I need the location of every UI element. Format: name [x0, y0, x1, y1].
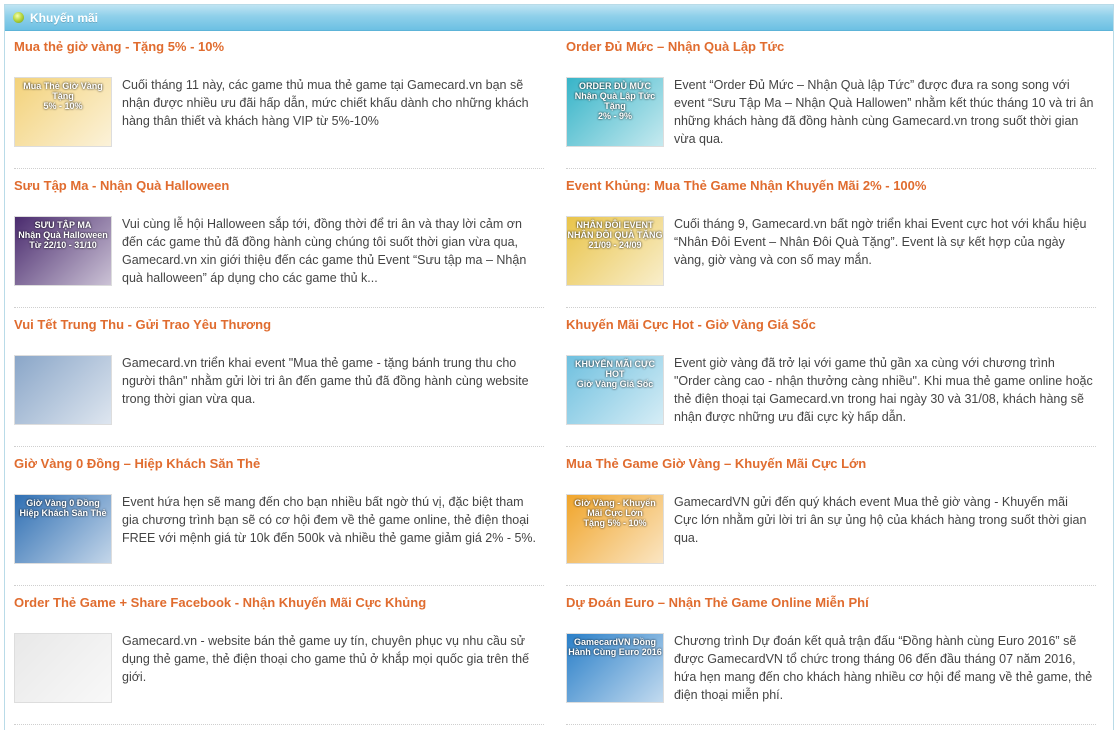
promo-thumbnail[interactable]: GamecardVN Đồng Hành Cùng Euro 2016 — [566, 633, 664, 703]
promo-item: Mua thẻ giờ vàng - Tặng 5% - 10% Mua Thẻ … — [14, 30, 544, 169]
promo-thumbnail-caption: Mua Thẻ Giờ Vàng Tặng 5% - 10% — [23, 81, 103, 111]
promo-thumbnail-caption: SƯU TẬP MA Nhận Quà Halloween Từ 22/10 -… — [18, 220, 108, 250]
promo-title-link[interactable]: Sưu Tập Ma - Nhận Quà Halloween — [14, 178, 229, 193]
promo-title-link[interactable]: Giờ Vàng 0 Đồng – Hiệp Khách Săn Thẻ — [14, 456, 260, 471]
promo-item: Order Thẻ Game + Share Facebook - Nhận K… — [14, 586, 544, 725]
promo-description: Gamecard.vn - website bán thẻ game uy tí… — [122, 634, 530, 684]
promo-thumbnail[interactable]: NHÂN ĐÔI EVENT NHÂN ĐÔI QUÀ TẶNG 21/09 -… — [566, 216, 664, 286]
promo-title-link[interactable]: Mua thẻ giờ vàng - Tặng 5% - 10% — [14, 39, 224, 54]
promo-item: Sưu Tập Ma - Nhận Quà Halloween SƯU TẬP M… — [14, 169, 544, 308]
promo-thumbnail[interactable]: ORDER ĐỦ MỨC Nhận Quà Lập Tức Tặng 2% - … — [566, 77, 664, 147]
promo-item: Khuyến Mãi Cực Hot - Giờ Vàng Giá Sốc KHU… — [566, 308, 1096, 447]
promo-description: Event “Order Đủ Mức – Nhận Quà lập Tức” … — [674, 78, 1094, 146]
promo-item: Mua Thẻ Game Giờ Vàng – Khuyến Mãi Cực L… — [566, 447, 1096, 586]
promo-thumbnail[interactable]: SƯU TẬP MA Nhận Quà Halloween Từ 22/10 -… — [14, 216, 112, 286]
promo-item: Giờ Vàng 0 Đồng – Hiệp Khách Săn Thẻ Giờ … — [14, 447, 544, 586]
promo-title-link[interactable]: Vui Tết Trung Thu - Gửi Trao Yêu Thương — [14, 317, 271, 332]
bullet-icon — [13, 12, 24, 23]
promo-thumbnail[interactable] — [14, 355, 112, 425]
promo-item: Order Đủ Mức – Nhận Quà Lập Tức ORDER ĐỦ … — [566, 30, 1096, 169]
promo-thumbnail[interactable] — [14, 633, 112, 703]
promo-description: GamecardVN gửi đến quý khách event Mua t… — [674, 495, 1087, 545]
promo-item: Event Khủng: Mua Thẻ Game Nhận Khuyến Mã… — [566, 169, 1096, 308]
promo-title-link[interactable]: Dự Đoán Euro – Nhận Thẻ Game Online Miễn… — [566, 595, 869, 610]
promo-description: Vui cùng lễ hội Halloween sắp tới, đồng … — [122, 217, 527, 285]
promo-description: Chương trình Dự đoán kết quả trận đấu “Đ… — [674, 634, 1093, 702]
promo-thumbnail[interactable]: KHUYẾN MÃI CỰC HOT Giờ Vàng Giá Sốc — [566, 355, 664, 425]
promo-title-link[interactable]: Order Thẻ Game + Share Facebook - Nhận K… — [14, 595, 426, 610]
promo-description: Event giờ vàng đã trở lại với game thủ g… — [674, 356, 1093, 424]
promo-description: Event hứa hẹn sẽ mang đến cho bạn nhiều … — [122, 495, 537, 545]
promo-thumbnail[interactable]: Giờ Vàng - Khuyến Mãi Cực Lớn Tặng 5% - … — [566, 494, 664, 564]
promo-thumbnail-caption: ORDER ĐỦ MỨC Nhận Quà Lập Tức Tặng 2% - … — [574, 81, 656, 121]
promo-thumbnail-caption: Giờ Vàng 0 Đồng Hiệp Khách Săn Thẻ — [19, 498, 107, 518]
promo-title-link[interactable]: Order Đủ Mức – Nhận Quà Lập Tức — [566, 39, 784, 54]
promo-description: Gamecard.vn triển khai event "Mua thẻ ga… — [122, 356, 529, 406]
promo-item: Dự Đoán Euro – Nhận Thẻ Game Online Miễn… — [566, 586, 1096, 725]
promo-thumbnail-caption: GamecardVN Đồng Hành Cùng Euro 2016 — [568, 637, 662, 657]
promo-title-link[interactable]: Event Khủng: Mua Thẻ Game Nhận Khuyến Mã… — [566, 178, 926, 193]
promo-thumbnail[interactable]: Giờ Vàng 0 Đồng Hiệp Khách Săn Thẻ — [14, 494, 112, 564]
promo-thumbnail-caption: NHÂN ĐÔI EVENT NHÂN ĐÔI QUÀ TẶNG 21/09 -… — [567, 220, 663, 250]
panel-header: Khuyến mãi — [5, 5, 1113, 31]
promo-description: Cuối tháng 11 này, các game thủ mua thẻ … — [122, 78, 529, 128]
promo-thumbnail[interactable]: Mua Thẻ Giờ Vàng Tặng 5% - 10% — [14, 77, 112, 147]
promo-title-link[interactable]: Mua Thẻ Game Giờ Vàng – Khuyến Mãi Cực L… — [566, 456, 866, 471]
promo-thumbnail-caption: KHUYẾN MÃI CỰC HOT Giờ Vàng Giá Sốc — [575, 359, 655, 389]
promo-title-link[interactable]: Khuyến Mãi Cực Hot - Giờ Vàng Giá Sốc — [566, 317, 816, 332]
promo-thumbnail-caption: Giờ Vàng - Khuyến Mãi Cực Lớn Tặng 5% - … — [574, 498, 656, 528]
panel-title: Khuyến mãi — [30, 10, 99, 25]
promo-item: Vui Tết Trung Thu - Gửi Trao Yêu Thương G… — [14, 308, 544, 447]
promo-description: Cuối tháng 9, Gamecard.vn bất ngờ triển … — [674, 217, 1087, 267]
